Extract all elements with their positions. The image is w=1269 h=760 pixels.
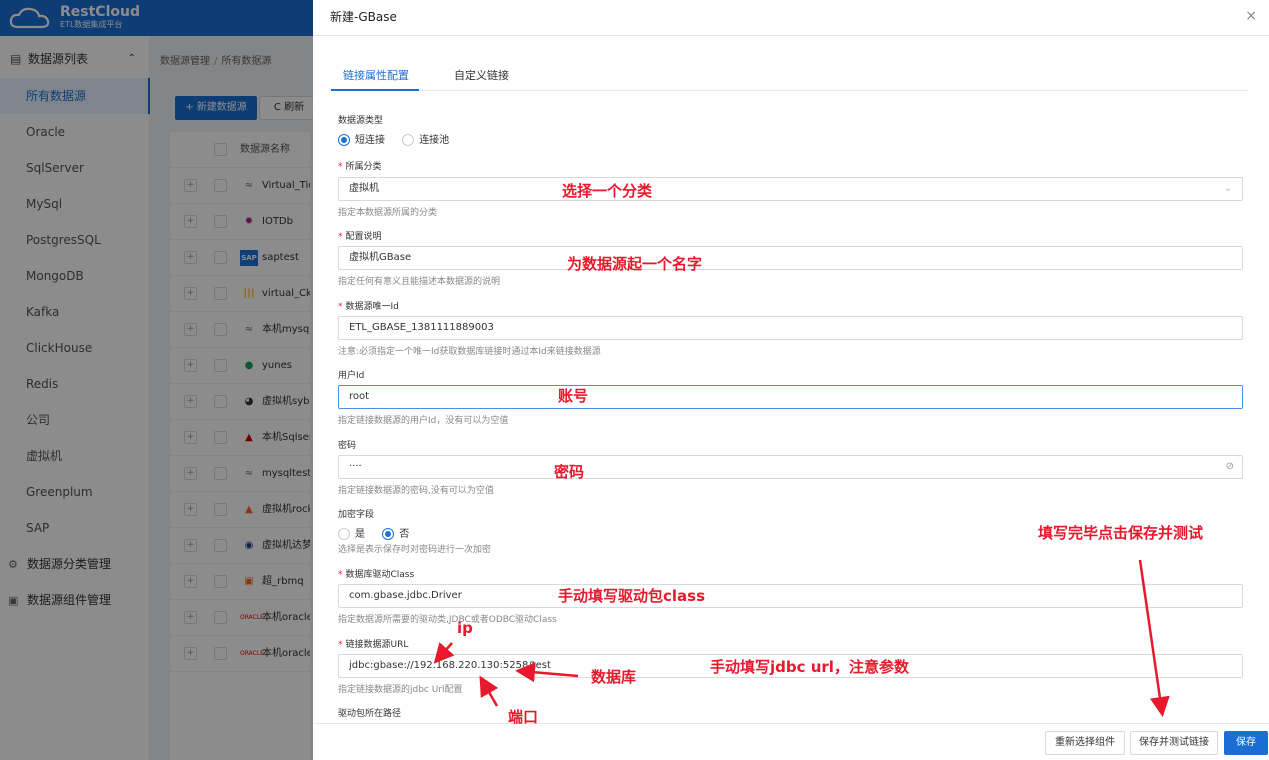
unique-id-label: * 数据源唯一Id <box>338 302 399 312</box>
save-button[interactable]: 保存 <box>1224 731 1268 755</box>
radio-connection-pool[interactable]: 连接池 <box>402 131 449 146</box>
radio-checked-icon <box>338 134 350 146</box>
annotation-password: 密码 <box>554 463 585 481</box>
tab-active-indicator <box>331 89 419 91</box>
annotation-driver: 手动填写驱动包class <box>558 587 706 605</box>
drawer-title: 新建-GBase <box>330 10 397 24</box>
annotation-category: 选择一个分类 <box>562 182 653 200</box>
annotation-account: 账号 <box>558 387 589 405</box>
config-hint: 指定任何有意义且能描述本数据源的说明 <box>338 277 501 287</box>
radio-label: 是 <box>355 529 365 540</box>
encrypt-hint: 选择是表示保存时对密码进行一次加密 <box>338 545 492 555</box>
tab-custom-link[interactable]: 自定义链接 <box>454 67 509 83</box>
password-hint: 指定链接数据源的密码,没有可以为空值 <box>338 486 494 496</box>
encrypt-radio-group: 是 否 <box>338 525 423 540</box>
annotation-ip: ip <box>457 619 473 637</box>
annotation-port: 端口 <box>508 708 539 726</box>
user-id-input[interactable]: root <box>338 385 1243 409</box>
save-and-test-button[interactable]: 保存并测试链接 <box>1130 731 1218 755</box>
eye-hidden-icon[interactable]: ⊘ <box>1226 456 1234 478</box>
radio-encrypt-no[interactable]: 否 <box>382 525 409 540</box>
category-selected-value: 虚拟机 <box>349 183 379 194</box>
config-input[interactable]: 虚拟机GBase <box>338 246 1243 270</box>
category-hint: 指定本数据源所属的分类 <box>338 208 438 218</box>
radio-checked-icon <box>382 528 395 540</box>
password-input[interactable]: ···· ⊘ <box>338 455 1243 479</box>
config-label: * 配置说明 <box>338 232 382 242</box>
chevron-down-icon: ⌄ <box>1223 183 1232 194</box>
category-select[interactable]: 虚拟机 ⌄ <box>338 177 1243 201</box>
radio-unchecked-icon <box>338 528 350 540</box>
annotation-name: 为数据源起一个名字 <box>567 255 703 273</box>
encrypt-label: 加密字段 <box>338 510 375 520</box>
password-label: 密码 <box>338 441 357 451</box>
radio-label: 连接池 <box>419 135 450 146</box>
new-datasource-drawer: 新建-GBase × 链接属性配置 自定义链接 数据源类型 短连接 连接池 * 所… <box>313 0 1269 760</box>
unique-id-input[interactable]: ETL_GBASE_1381111889003 <box>338 316 1243 340</box>
unique-id-hint: 注意:必须指定一个唯一Id获取数据库链接时通过本Id来链接数据源 <box>338 347 601 357</box>
ds-type-label: 数据源类型 <box>338 116 384 126</box>
category-label: * 所属分类 <box>338 162 382 172</box>
annotation-url: 手动填写jdbc url，注意参数 <box>710 658 909 676</box>
reselect-component-button[interactable]: 重新选择组件 <box>1045 731 1125 755</box>
user-id-label: 用户Id <box>338 371 365 381</box>
close-icon[interactable]: × <box>1245 8 1257 24</box>
radio-encrypt-yes[interactable]: 是 <box>338 525 365 540</box>
driver-hint: 指定数据源所需要的驱动类,JDBC或者ODBC驱动Class <box>338 615 557 625</box>
url-label: * 链接数据源URL <box>338 640 409 650</box>
user-id-hint: 指定链接数据源的用户Id，没有可以为空值 <box>338 416 509 426</box>
driver-path-label: 驱动包所在路径 <box>338 709 402 719</box>
radio-unchecked-icon <box>402 134 415 146</box>
tabs-divider <box>331 90 1249 91</box>
annotation-save-test: 填写完毕点击保存并测试 <box>1038 524 1204 542</box>
password-masked-value: ···· <box>349 461 362 472</box>
driver-input[interactable]: com.gbase.jdbc.Driver <box>338 584 1243 608</box>
annotation-database: 数据库 <box>591 668 637 686</box>
driver-label: * 数据库驱动Class <box>338 570 415 580</box>
tab-connection-properties[interactable]: 链接属性配置 <box>343 67 409 83</box>
radio-short-connection[interactable]: 短连接 <box>338 131 385 146</box>
footer-divider <box>313 723 1269 724</box>
ds-type-radio-group: 短连接 连接池 <box>338 131 463 146</box>
radio-label: 否 <box>399 529 410 540</box>
radio-label: 短连接 <box>355 135 385 146</box>
url-hint: 指定链接数据源的jdbc Url配置 <box>338 685 463 695</box>
divider <box>313 35 1269 36</box>
